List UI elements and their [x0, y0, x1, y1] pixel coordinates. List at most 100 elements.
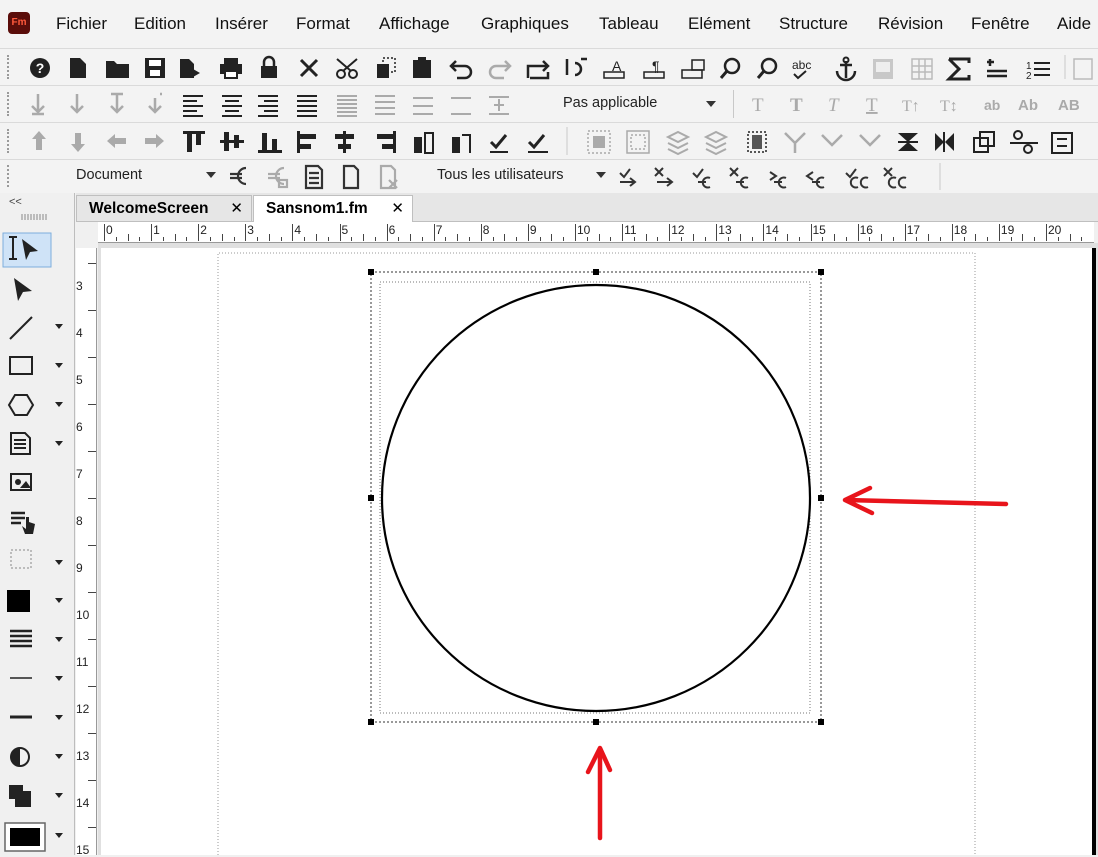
spell-check-icon[interactable]: abc	[792, 58, 811, 80]
unsmooth-icon[interactable]	[859, 134, 881, 147]
menu-structure[interactable]: Structure	[779, 14, 848, 34]
preview-original-icon[interactable]	[342, 164, 360, 190]
line-spacing-2-icon[interactable]	[375, 95, 395, 115]
character-catalog-icon[interactable]: A	[603, 58, 625, 79]
cancel-icon[interactable]	[299, 58, 319, 78]
menu-graphiques[interactable]: Graphiques	[481, 14, 569, 34]
preview-final-icon[interactable]	[304, 164, 324, 190]
italic-icon[interactable]: T	[828, 95, 840, 116]
chevron-down-icon[interactable]	[55, 598, 63, 603]
justify-icon[interactable]	[297, 95, 317, 117]
distribute-icon[interactable]	[414, 132, 434, 154]
anchor-icon[interactable]	[835, 56, 857, 82]
accept-all-icon[interactable]	[845, 168, 869, 189]
superscript-icon[interactable]: T↑	[902, 98, 920, 115]
chevron-down-icon[interactable]	[55, 793, 63, 798]
chevron-down-icon[interactable]	[55, 363, 63, 368]
subscript-icon[interactable]: T↕	[940, 98, 958, 115]
align-middle-icon[interactable]	[220, 132, 244, 151]
object-properties-icon[interactable]	[1051, 132, 1073, 154]
save-as-icon[interactable]	[180, 59, 200, 78]
cut-icon[interactable]	[336, 58, 358, 79]
align-right-icon[interactable]	[258, 95, 278, 117]
insert-variable-icon[interactable]	[987, 59, 1007, 78]
indent-space-icon[interactable]	[148, 92, 162, 114]
check-icon[interactable]	[489, 134, 508, 153]
table-catalog-icon[interactable]	[681, 59, 705, 79]
plain-text-icon[interactable]: T	[752, 95, 764, 116]
space-between-icon[interactable]	[110, 92, 124, 114]
copy-icon[interactable]	[377, 57, 396, 78]
reject-all-icon[interactable]	[883, 167, 907, 189]
layers-down-icon[interactable]	[703, 130, 729, 156]
arrow-right-icon[interactable]	[145, 134, 164, 148]
menu-fichier[interactable]: Fichier	[56, 14, 107, 34]
set-sides-icon[interactable]	[1010, 130, 1038, 154]
custom-spacing-icon[interactable]	[489, 96, 509, 115]
paste-icon[interactable]	[413, 57, 431, 78]
object-select-tool[interactable]	[14, 278, 32, 301]
arrow-left-icon[interactable]	[107, 134, 126, 148]
line-spacing-3-icon[interactable]	[413, 97, 433, 115]
tint-tool[interactable]	[10, 747, 30, 767]
find-replace-icon[interactable]	[719, 57, 741, 79]
menu-inserer[interactable]: Insérer	[215, 14, 268, 34]
numbered-list-icon[interactable]: 12	[1026, 61, 1050, 82]
group-icon[interactable]	[587, 130, 611, 154]
next-change-icon[interactable]	[619, 168, 637, 187]
chevron-down-icon[interactable]	[55, 833, 63, 838]
fill-color-tool[interactable]	[7, 590, 30, 612]
bold-icon[interactable]: T	[790, 95, 803, 116]
repeat-icon[interactable]	[526, 60, 550, 80]
menu-aide[interactable]: Aide	[1057, 14, 1091, 34]
text-frame-tool[interactable]	[10, 432, 31, 455]
new-document-icon[interactable]	[70, 58, 86, 78]
tab-welcomescreen[interactable]: WelcomeScreen ✕	[76, 195, 252, 221]
help-icon[interactable]: ?	[30, 58, 50, 78]
color-swatch-tool[interactable]	[4, 822, 46, 852]
sigma-icon[interactable]	[945, 57, 971, 81]
reject-change-icon[interactable]	[729, 167, 749, 189]
align-left-icon[interactable]	[183, 95, 203, 117]
space-below-icon[interactable]	[70, 94, 84, 114]
menu-element[interactable]: Elément	[688, 14, 750, 34]
print-icon[interactable]	[220, 58, 242, 79]
line-tool[interactable]	[9, 316, 33, 340]
open-folder-icon[interactable]	[106, 61, 129, 78]
graphic-frame-tool[interactable]	[10, 473, 32, 491]
search-icon[interactable]	[756, 57, 778, 79]
chevron-down-icon[interactable]	[55, 560, 63, 565]
chevron-down-icon[interactable]	[55, 715, 63, 720]
reject-next-icon[interactable]	[654, 167, 674, 187]
document-page[interactable]	[101, 248, 1092, 855]
menu-tableau[interactable]: Tableau	[599, 14, 659, 34]
uppercase-icon[interactable]: AB	[1058, 97, 1080, 114]
line-spacing-1-icon[interactable]	[337, 95, 357, 117]
align-left-objects-icon[interactable]	[297, 131, 316, 153]
scale-icon[interactable]	[973, 131, 995, 153]
chevron-down-icon[interactable]	[55, 754, 63, 759]
align-center-icon[interactable]	[222, 95, 242, 117]
mixedcase-icon[interactable]: Ab	[1018, 97, 1038, 114]
chevron-down-icon[interactable]	[706, 101, 716, 107]
align-top-icon[interactable]	[183, 131, 205, 152]
close-icon[interactable]: ✕	[230, 196, 243, 222]
undo-icon[interactable]	[449, 60, 473, 80]
layers-up-icon[interactable]	[665, 130, 691, 156]
track-changes-icon[interactable]	[230, 166, 247, 186]
menu-edition[interactable]: Edition	[134, 14, 186, 34]
menu-revision[interactable]: Révision	[878, 14, 943, 34]
redo-icon[interactable]	[488, 60, 512, 80]
align-center-objects-icon[interactable]	[335, 131, 354, 153]
menu-fenetre[interactable]: Fenêtre	[971, 14, 1030, 34]
ungroup-icon[interactable]	[626, 130, 650, 154]
reshape-icon[interactable]	[784, 132, 806, 153]
flip-horizontal-icon[interactable]	[747, 131, 767, 153]
space-above-icon[interactable]	[31, 94, 45, 116]
paragraph-format-dropdown[interactable]: Pas applicable	[563, 95, 657, 111]
lowercase-icon[interactable]: ab	[984, 97, 1000, 113]
reject-prev-icon[interactable]	[805, 171, 825, 189]
rectangle-tool[interactable]	[9, 356, 33, 375]
menu-affichage[interactable]: Affichage	[379, 14, 450, 34]
menu-format[interactable]: Format	[296, 14, 350, 34]
